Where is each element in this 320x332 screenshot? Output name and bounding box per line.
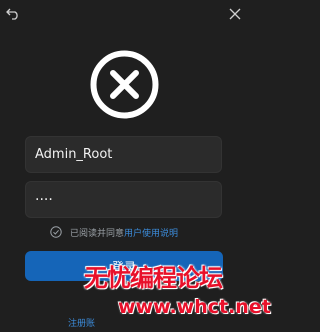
register-link[interactable]: 注册账 xyxy=(68,316,95,329)
title-bar xyxy=(0,0,249,30)
login-button[interactable]: 登录 xyxy=(25,251,223,281)
user-guide-link[interactable]: 用户使用说明 xyxy=(124,226,178,239)
back-arrow-icon[interactable] xyxy=(6,8,20,20)
circle-check-icon[interactable] xyxy=(50,226,62,238)
password-field[interactable] xyxy=(25,181,222,218)
close-icon[interactable] xyxy=(229,8,241,20)
password-input[interactable] xyxy=(26,182,221,217)
username-input[interactable] xyxy=(26,137,221,172)
username-field[interactable] xyxy=(25,136,222,173)
watermark-url: www.whct.net xyxy=(118,296,271,318)
agreement-row: 已阅读并同意 用户使用说明 xyxy=(50,224,178,240)
circle-x-icon xyxy=(90,50,159,119)
agreement-text: 已阅读并同意 xyxy=(70,228,125,239)
